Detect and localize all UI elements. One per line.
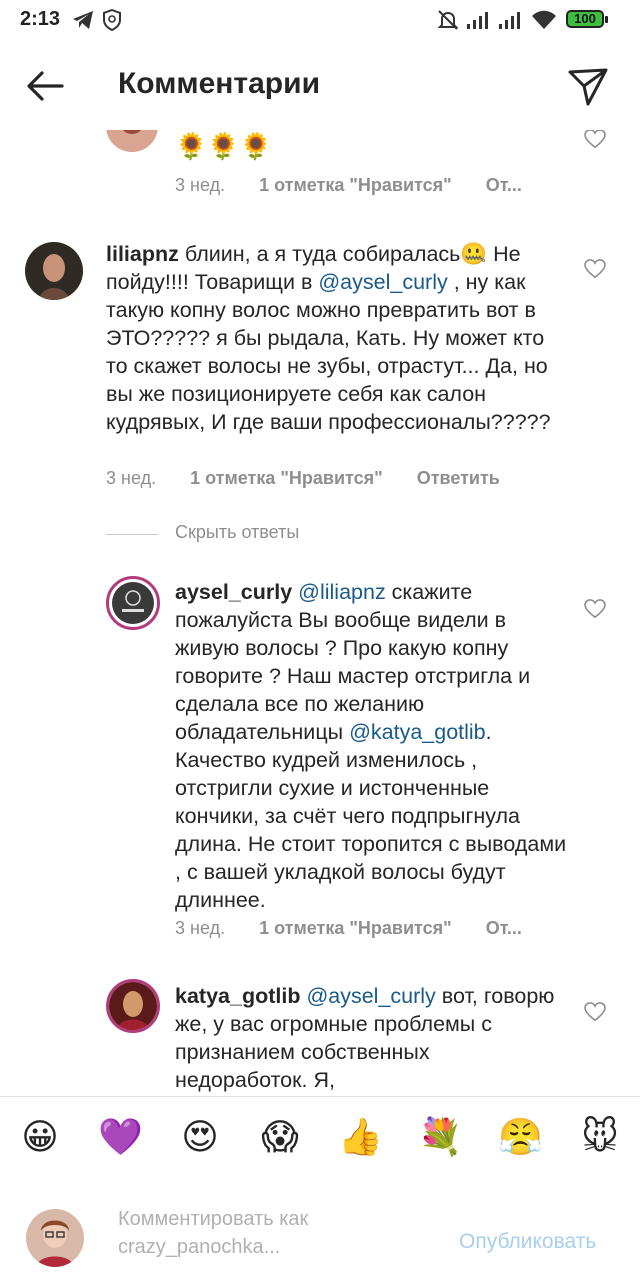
current-user-avatar [26, 1209, 84, 1267]
mention-link[interactable]: @aysel_curly [306, 984, 435, 1008]
comment-text: 🌻🌻🌻 [175, 131, 273, 161]
hide-replies-divider [106, 534, 158, 535]
likes-count-link[interactable]: 1 отметка "Нравится" [259, 918, 452, 938]
emoji-purple-heart-button[interactable]: 💜 [98, 1115, 143, 1159]
direct-share-icon[interactable] [566, 64, 610, 108]
emoji-heart-eyes-button[interactable]: 😍 [178, 1115, 222, 1159]
avatar[interactable] [106, 576, 160, 630]
top-bar: Комментарии [0, 40, 640, 130]
back-arrow-icon[interactable] [24, 64, 68, 108]
likes-count-link[interactable]: 1 отметка "Нравится" [259, 175, 452, 195]
likes-count-link[interactable]: 1 отметка "Нравится" [190, 468, 383, 488]
comment-username[interactable]: katya_gotlib [175, 984, 300, 1008]
emoji-triumph-button[interactable]: 😤 [498, 1115, 543, 1159]
emoji-grinning-button[interactable]: 😀 [18, 1115, 62, 1159]
avatar[interactable] [25, 242, 83, 300]
comment-meta: 3 нед. 1 отметка "Нравится" От... [175, 175, 556, 196]
comment-username[interactable]: aysel_curly [175, 580, 292, 604]
like-heart-icon[interactable] [584, 1002, 606, 1022]
comment-time: 3 нед. [175, 175, 226, 195]
comment-meta: 3 нед. 1 отметка "Нравится" От... [175, 918, 556, 939]
mention-link[interactable]: @aysel_curly [318, 270, 447, 294]
comment-text: aysel_curly @liliapnz скажите пожалуйста… [175, 578, 567, 914]
like-heart-icon[interactable] [584, 259, 606, 279]
emoji-screaming-button[interactable]: 😱 [258, 1115, 302, 1159]
reply-link[interactable]: От... [486, 918, 522, 938]
comment-text: liliapnz блиин, а я туда собиралась🤐 Не … [106, 240, 566, 436]
emoji-mouse-button[interactable]: 🐭 [578, 1115, 622, 1159]
page-title: Комментарии [118, 67, 321, 100]
comment-time: 3 нед. [106, 468, 157, 488]
reply-link[interactable]: Ответить [417, 468, 500, 488]
hide-replies-button[interactable]: Скрыть ответы [175, 522, 299, 543]
emoji-quick-bar: 😀 💜 😍 😱 👍 💐 😤 🐭 [0, 1096, 640, 1176]
comment-text: katya_gotlib @aysel_curly вот, говорю же… [175, 982, 555, 1094]
avatar[interactable] [106, 979, 160, 1033]
reply-link[interactable]: От... [486, 175, 522, 195]
emoji-bouquet-button[interactable]: 💐 [418, 1115, 463, 1159]
like-heart-icon[interactable] [584, 599, 606, 619]
comment-input[interactable]: Комментировать как crazy_panochka... [118, 1205, 418, 1261]
comment-meta: 3 нед. 1 отметка "Нравится" Ответить [106, 468, 534, 489]
comments-feed[interactable]: 🌻🌻🌻 3 нед. 1 отметка "Нравится" От... lili… [0, 0, 640, 1096]
comment-username[interactable]: liliapnz [106, 242, 179, 266]
emoji-thumbs-up-button[interactable]: 👍 [338, 1115, 383, 1159]
comment-time: 3 нед. [175, 918, 226, 938]
publish-button[interactable]: Опубликовать [459, 1230, 596, 1254]
comment-input-bar: Комментировать как crazy_panochka... Опу… [0, 1175, 640, 1280]
mention-link[interactable]: @liliapnz [298, 580, 386, 604]
like-heart-icon[interactable] [584, 129, 606, 149]
comment-body: , ну как такую копну волос можно преврат… [106, 270, 551, 434]
comment-body: . Качество кудрей изменилось , отстригли… [175, 720, 567, 912]
mention-link[interactable]: @katya_gotlib [349, 720, 486, 744]
